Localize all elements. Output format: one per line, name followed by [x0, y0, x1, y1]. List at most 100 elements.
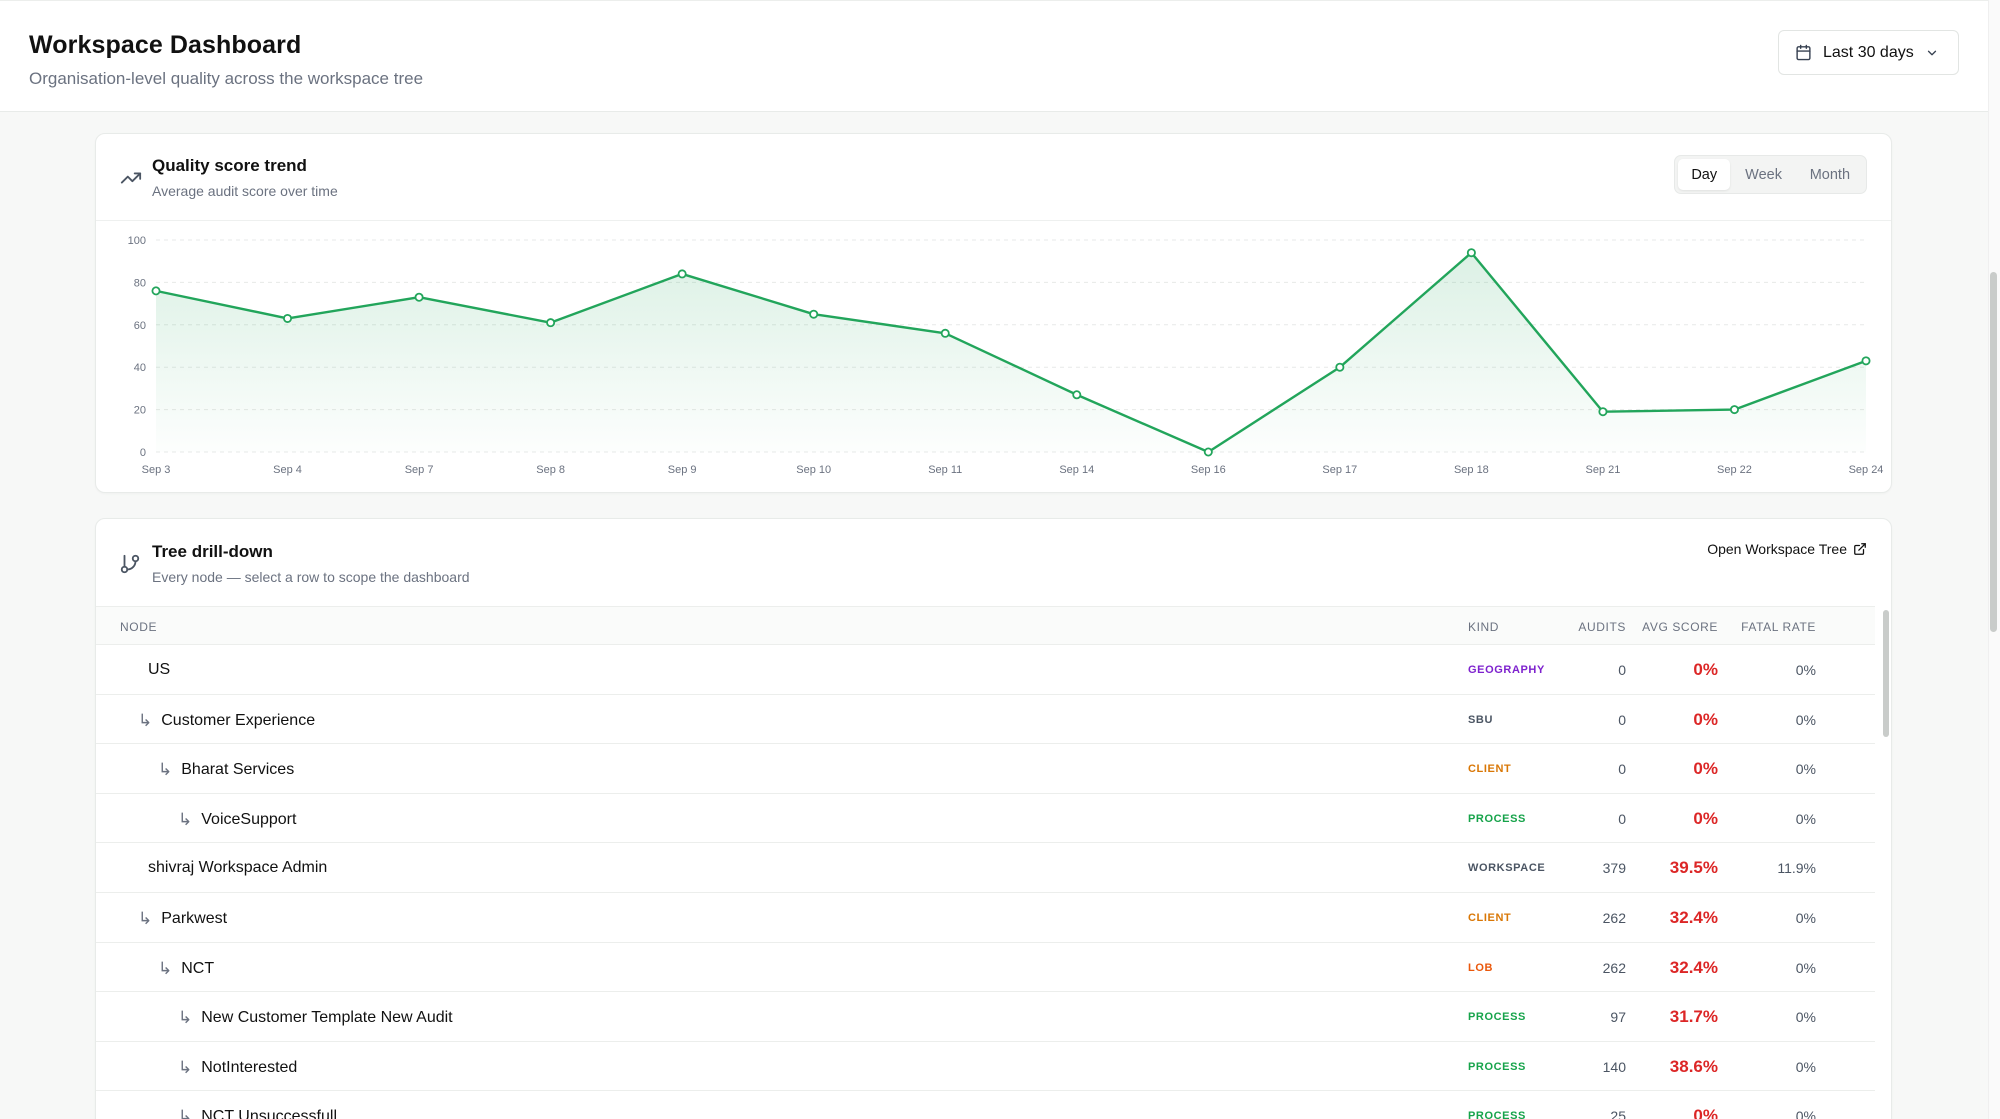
trend-subtitle: Average audit score over time [152, 183, 338, 199]
node-name: NotInterested [201, 1058, 298, 1076]
col-avg-score[interactable]: AVG SCORE [1618, 620, 1718, 634]
audits-cell: 140 [1602, 1058, 1626, 1075]
data-point [809, 309, 819, 319]
node-name: Customer Experience [161, 711, 316, 729]
table-scrollbar-thumb[interactable] [1883, 610, 1889, 737]
col-kind[interactable]: KIND [1468, 620, 1499, 634]
tree-title: Tree drill-down [152, 542, 273, 561]
data-point [940, 328, 950, 338]
fatal-rate-cell: 0% [1795, 1009, 1816, 1026]
kind-badge: CLIENT [1468, 763, 1512, 776]
avg-score-cell: 0% [1693, 709, 1718, 729]
tree-table-header: NODE KIND AUDITS AVG SCORE FATAL RATE [96, 606, 1875, 645]
tab-day[interactable]: Day [1678, 159, 1731, 190]
node-name: shivraj Workspace Admin [148, 859, 328, 877]
external-link-icon [1854, 543, 1866, 555]
page-scrollbar-thumb[interactable] [1990, 272, 1997, 632]
data-point [1598, 407, 1608, 417]
tree-drilldown-card: Tree drill-down Every node — select a ro… [95, 518, 1892, 1119]
avg-score-cell: 0% [1693, 808, 1718, 828]
table-row[interactable]: ↳ NCT LOB 262 32.4% 0% [96, 943, 1875, 993]
kind-badge: WORKSPACE [1468, 862, 1546, 875]
kind-badge: PROCESS [1468, 812, 1526, 825]
table-row[interactable]: ↳ NCT Unsuccessfull PROCESS 25 0% 0% [96, 1091, 1875, 1119]
kind-badge: GEOGRAPHY [1468, 664, 1545, 676]
table-row[interactable]: US GEOGRAPHY 0 0% 0% [96, 645, 1875, 695]
table-row[interactable]: ↳ Customer Experience SBU 0 0% 0% [96, 695, 1875, 745]
audits-cell: 262 [1602, 959, 1626, 976]
col-node[interactable]: NODE [120, 620, 157, 634]
open-workspace-tree-link[interactable]: Open Workspace Tree [1707, 541, 1867, 557]
node-cell: ↳ NotInterested [178, 1058, 297, 1078]
fatal-rate-cell: 0% [1795, 1058, 1816, 1075]
fatal-rate-cell: 0% [1795, 959, 1816, 976]
node-name: VoiceSupport [201, 810, 297, 828]
node-cell: ↳ NCT Unsuccessfull [178, 1107, 337, 1119]
x-tick-label: Sep 8 [536, 464, 565, 476]
y-tick-label: 60 [134, 320, 146, 332]
node-cell: ↳ Customer Experience [138, 711, 315, 731]
audits-cell: 0 [1618, 761, 1626, 778]
quality-trend-chart: 0 20 40 60 80 100 Sep 3 Sep 4 Sep 7 Sep 8 Sep 9 Sep… [128, 235, 1884, 476]
x-tick-label: Sep 17 [1322, 464, 1357, 476]
child-arrow-icon: ↳ [158, 958, 173, 978]
data-point [546, 318, 556, 328]
tree-subtitle: Every node — select a row to scope the d… [152, 569, 470, 585]
tab-month[interactable]: Month [1797, 159, 1863, 190]
data-point [1861, 356, 1871, 366]
x-tick-label: Sep 24 [1849, 464, 1884, 476]
x-tick-label: Sep 21 [1585, 464, 1620, 476]
fatal-rate-cell: 0% [1795, 761, 1816, 778]
table-row[interactable]: ↳ VoiceSupport PROCESS 0 0% 0% [96, 794, 1875, 844]
data-point [1466, 248, 1476, 258]
child-arrow-icon: ↳ [178, 1107, 193, 1119]
kind-badge: PROCESS [1468, 1060, 1526, 1073]
data-point [1729, 405, 1739, 415]
child-arrow-icon: ↳ [178, 1008, 193, 1028]
y-tick-label: 80 [134, 277, 146, 289]
node-cell: ↳ NCT [158, 959, 214, 979]
node-cell: US [148, 661, 170, 679]
x-tick-label: Sep 22 [1717, 464, 1752, 476]
avg-score-cell: 31.7% [1669, 1007, 1718, 1027]
table-row[interactable]: ↳ Parkwest CLIENT 262 32.4% 0% [96, 893, 1875, 943]
data-point [677, 269, 687, 279]
table-row[interactable]: ↳ New Customer Template New Audit PROCESS 9… [96, 992, 1875, 1042]
y-tick-label: 40 [134, 362, 146, 374]
node-cell: ↳ Parkwest [138, 909, 227, 929]
x-tick-label: Sep 4 [273, 464, 302, 476]
node-name: New Customer Template New Audit [201, 1009, 453, 1027]
kind-badge: PROCESS [1468, 1110, 1526, 1119]
period-toggle: Day Week Month [1674, 155, 1867, 194]
y-tick-label: 20 [134, 405, 146, 417]
table-row[interactable]: shivraj Workspace Admin WORKSPACE 379 39.5%… [96, 843, 1875, 893]
open-workspace-tree-label: Open Workspace Tree [1707, 541, 1847, 557]
x-tick-label: Sep 18 [1454, 464, 1489, 476]
col-fatal-rate[interactable]: FATAL RATE [1716, 620, 1816, 634]
table-row[interactable]: ↳ Bharat Services CLIENT 0 0% 0% [96, 744, 1875, 794]
child-arrow-icon: ↳ [178, 1057, 193, 1077]
node-name: NCT [181, 959, 215, 977]
tab-week[interactable]: Week [1730, 159, 1796, 190]
x-tick-label: Sep 11 [928, 464, 962, 476]
quality-trend-card: Quality score trend Average audit score … [95, 133, 1892, 493]
trend-title: Quality score trend [152, 156, 307, 175]
table-row[interactable]: ↳ NotInterested PROCESS 140 38.6% 0% [96, 1042, 1875, 1092]
data-point [283, 313, 293, 323]
x-tick-label: Sep 7 [405, 464, 434, 476]
fatal-rate-cell: 0% [1795, 1108, 1816, 1119]
audits-cell: 379 [1602, 860, 1626, 877]
x-tick-label: Sep 9 [668, 464, 697, 476]
avg-score-cell: 39.5% [1669, 858, 1718, 878]
kind-badge: LOB [1468, 961, 1494, 974]
chevron-down-icon [1927, 50, 1936, 55]
audits-cell: 97 [1610, 1009, 1626, 1026]
node-cell: shivraj Workspace Admin [148, 859, 327, 877]
date-range-dropdown[interactable]: Last 30 days [1778, 30, 1959, 75]
y-tick-label: 100 [128, 235, 146, 247]
kind-badge: PROCESS [1468, 1011, 1526, 1024]
avg-score-cell: 0% [1693, 1106, 1718, 1119]
col-audits[interactable]: AUDITS [1546, 620, 1626, 634]
child-arrow-icon: ↳ [138, 710, 153, 730]
avg-score-cell: 32.4% [1669, 957, 1718, 977]
